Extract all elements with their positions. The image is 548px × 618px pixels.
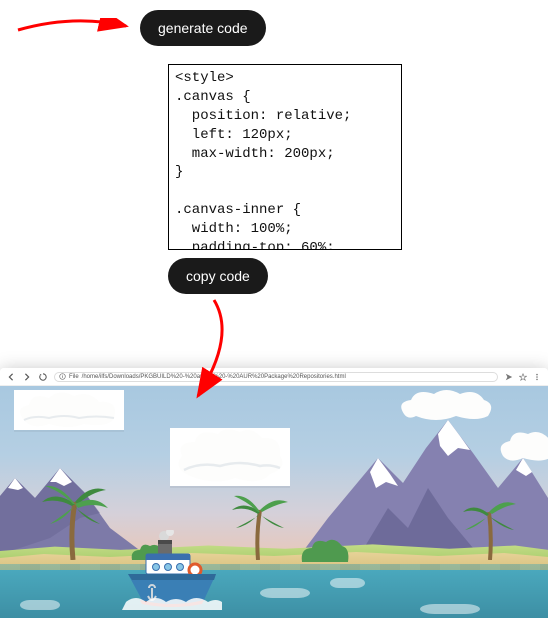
- menu-icon[interactable]: [532, 372, 542, 382]
- top-panel: generate code <style> .canvas { position…: [0, 0, 548, 314]
- browser-viewport: [0, 386, 548, 618]
- star-icon[interactable]: [518, 372, 528, 382]
- send-icon[interactable]: [504, 372, 514, 382]
- back-icon[interactable]: [6, 372, 16, 382]
- address-bar[interactable]: File /home/ilfs/Downloads/PKGBUILD%20-%2…: [54, 372, 498, 382]
- code-output-box: <style> .canvas { position: relative; le…: [168, 64, 402, 250]
- browser-window: File /home/ilfs/Downloads/PKGBUILD%20-%2…: [0, 368, 548, 618]
- generate-code-button[interactable]: generate code: [140, 10, 266, 46]
- copy-code-button[interactable]: copy code: [168, 258, 268, 294]
- palm-mid-icon: [230, 490, 290, 560]
- palm-left-icon: [40, 480, 110, 560]
- cloud-center-icon: [170, 428, 290, 486]
- bush-icon: [300, 536, 350, 562]
- forward-icon[interactable]: [22, 372, 32, 382]
- url-path-text: /home/ilfs/Downloads/PKGBUILD%20-%20aurb…: [82, 374, 346, 380]
- palm-right-icon: [462, 494, 518, 560]
- reload-icon[interactable]: [38, 372, 48, 382]
- cloud-left-icon: [14, 390, 124, 430]
- browser-toolbar: File /home/ilfs/Downloads/PKGBUILD%20-%2…: [0, 368, 548, 386]
- arrow-to-generate-icon: [14, 18, 134, 58]
- code-output-text[interactable]: <style> .canvas { position: relative; le…: [169, 65, 401, 249]
- url-scheme-label: File: [69, 374, 79, 380]
- water: [0, 570, 548, 618]
- info-icon: [59, 373, 66, 380]
- boat-icon: [122, 530, 222, 610]
